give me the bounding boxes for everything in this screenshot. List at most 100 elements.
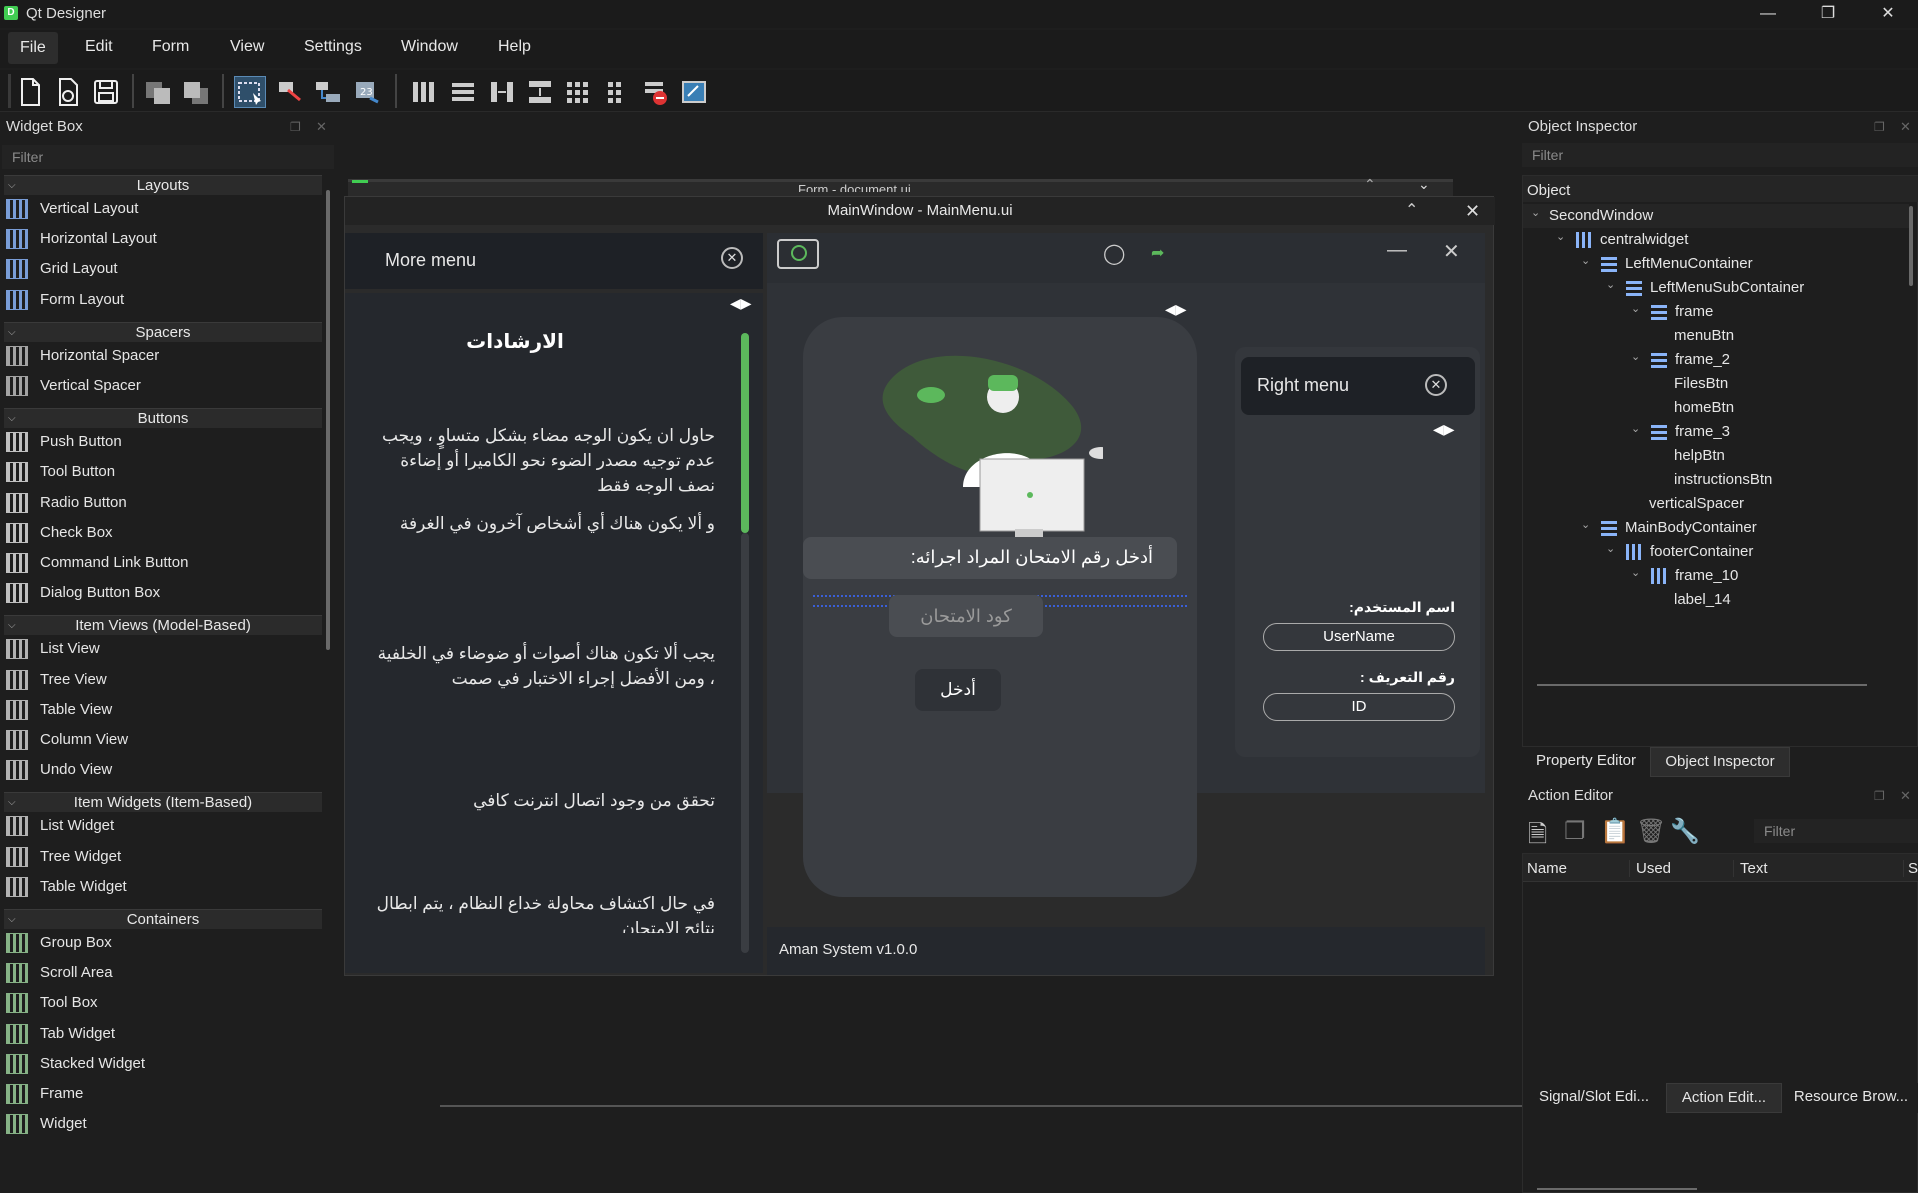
username-field[interactable]: UserName <box>1263 623 1455 651</box>
col-text[interactable]: Text <box>1733 860 1768 877</box>
widget-item-grid-layout[interactable]: Grid Layout <box>6 253 316 283</box>
edit-signals-slots-icon[interactable] <box>274 76 306 108</box>
paste-action-icon[interactable]: 📋 <box>1600 817 1630 846</box>
widget-item-tool-button[interactable]: Tool Button <box>6 456 316 486</box>
object-tree-row-verticalspacer[interactable]: verticalSpacer <box>1523 492 1909 516</box>
close-dock-icon[interactable]: ✕ <box>316 119 327 135</box>
close-right-menu-icon[interactable]: ✕ <box>1425 374 1447 396</box>
expand-chevron-icon[interactable]: ⌄ <box>1606 542 1615 555</box>
copy-action-icon[interactable]: ❐ <box>1564 817 1586 846</box>
edit-tab-order-icon[interactable]: 23 <box>352 76 384 108</box>
widget-item-table-widget[interactable]: Table Widget <box>6 871 316 901</box>
user-icon[interactable]: ◯ <box>1103 241 1125 266</box>
menu-edit[interactable]: Edit <box>75 38 123 56</box>
expand-chevron-icon[interactable]: ⌄ <box>1631 302 1640 315</box>
adjust-size-icon[interactable] <box>678 76 710 108</box>
menu-settings[interactable]: Settings <box>294 38 372 56</box>
widget-item-group-box[interactable]: Group Box <box>6 927 316 957</box>
widget-category-buttons[interactable]: Buttons ⌵ <box>4 408 322 429</box>
tab-signal-slot-editor[interactable]: Signal/Slot Edi... <box>1524 1083 1664 1113</box>
form-collapse-icon[interactable]: ⌃ <box>1405 197 1418 225</box>
expand-chevron-icon[interactable]: ⌄ <box>1556 230 1565 243</box>
configure-icon[interactable]: 🔧 <box>1670 817 1700 846</box>
widget-category-item-widgets-item-based[interactable]: Item Widgets (Item-Based) ⌵ <box>4 792 322 813</box>
close-dock-icon[interactable]: ✕ <box>1900 788 1911 804</box>
col-shortcut[interactable]: Sh <box>1903 860 1918 877</box>
widget-item-scroll-area[interactable]: Scroll Area <box>6 957 316 987</box>
new-action-icon[interactable]: 🗎 <box>1528 817 1547 858</box>
menu-file[interactable]: File <box>8 32 58 64</box>
widget-item-column-view[interactable]: Column View <box>6 724 316 754</box>
float-dock-icon[interactable]: ❐ <box>1874 120 1885 134</box>
widget-item-push-button[interactable]: Push Button <box>6 426 316 456</box>
menu-form[interactable]: Form <box>142 38 199 56</box>
widget-item-horizontal-layout[interactable]: Horizontal Layout <box>6 223 316 253</box>
minimize-app-icon[interactable]: — <box>1387 239 1407 262</box>
object-tree-row-filesbtn[interactable]: FilesBtn <box>1523 372 1909 396</box>
expand-chevron-icon[interactable]: ⌄ <box>1631 566 1640 579</box>
widget-category-item-views-model-based[interactable]: Item Views (Model-Based) ⌵ <box>4 615 322 636</box>
chevron-up-icon[interactable]: ⌃ <box>1364 176 1376 193</box>
widget-item-tab-widget[interactable]: Tab Widget <box>6 1018 316 1048</box>
col-used[interactable]: Used <box>1629 860 1671 877</box>
widget-item-vertical-spacer[interactable]: Vertical Spacer <box>6 370 316 400</box>
object-tree-row-frame[interactable]: ⌄ frame <box>1523 300 1909 324</box>
menu-help[interactable]: Help <box>488 38 541 56</box>
object-tree-row-frame_2[interactable]: ⌄ frame_2 <box>1523 348 1909 372</box>
main-splitter-arrows-icon[interactable]: ◀▶ <box>1165 301 1187 318</box>
layout-vertically-icon[interactable] <box>447 76 479 108</box>
widget-item-command-link-button[interactable]: Command Link Button <box>6 547 316 577</box>
widget-item-tool-box[interactable]: Tool Box <box>6 987 316 1017</box>
expand-chevron-icon[interactable]: ⌄ <box>1631 422 1640 435</box>
widget-item-vertical-layout[interactable]: Vertical Layout <box>6 193 316 223</box>
object-tree-row-frame_10[interactable]: ⌄ frame_10 <box>1523 564 1909 588</box>
object-tree-h-scrollbar[interactable] <box>1537 684 1867 686</box>
menu-window[interactable]: Window <box>391 38 468 56</box>
widget-item-list-view[interactable]: List View <box>6 633 316 663</box>
menu-view[interactable]: View <box>220 38 274 56</box>
action-filter-input[interactable]: Filter <box>1754 819 1918 843</box>
widget-item-horizontal-spacer[interactable]: Horizontal Spacer <box>6 340 316 370</box>
widget-item-list-widget[interactable]: List Widget <box>6 810 316 840</box>
object-tree-row-leftmenusubcontainer[interactable]: ⌄ LeftMenuSubContainer <box>1523 276 1909 300</box>
object-tree-scrollbar[interactable] <box>1909 206 1913 286</box>
logout-icon[interactable]: ➦ <box>1151 243 1164 263</box>
close-more-menu-icon[interactable]: ✕ <box>721 247 743 269</box>
object-tree-row-frame_3[interactable]: ⌄ frame_3 <box>1523 420 1909 444</box>
object-tree-row-helpbtn[interactable]: helpBtn <box>1523 444 1909 468</box>
widget-item-form-layout[interactable]: Form Layout <box>6 284 316 314</box>
right-splitter-arrows-icon[interactable]: ◀▶ <box>1433 421 1455 438</box>
tab-resource-browser[interactable]: Resource Brow... <box>1784 1083 1918 1113</box>
widget-item-tree-widget[interactable]: Tree Widget <box>6 841 316 871</box>
widget-item-tree-view[interactable]: Tree View <box>6 664 316 694</box>
send-to-back-icon[interactable] <box>142 76 174 108</box>
guidelines-scrollbar-track[interactable] <box>741 533 749 953</box>
close-app-icon[interactable]: ✕ <box>1443 239 1460 264</box>
float-dock-icon[interactable]: ❐ <box>1874 789 1885 803</box>
close-dock-icon[interactable]: ✕ <box>1900 119 1911 135</box>
float-dock-icon[interactable]: ❐ <box>290 120 301 134</box>
bring-to-front-icon[interactable] <box>180 76 212 108</box>
widget-item-radio-button[interactable]: Radio Button <box>6 487 316 517</box>
col-name[interactable]: Name <box>1527 860 1567 877</box>
object-tree-row-leftmenucontainer[interactable]: ⌄ LeftMenuContainer <box>1523 252 1909 276</box>
guidelines-scrollbar-handle[interactable] <box>741 333 749 533</box>
object-tree-row-instructionsbtn[interactable]: instructionsBtn <box>1523 468 1909 492</box>
edit-buddies-icon[interactable] <box>312 76 344 108</box>
widget-item-undo-view[interactable]: Undo View <box>6 754 316 784</box>
expand-chevron-icon[interactable]: ⌄ <box>1606 278 1615 291</box>
action-h-scrollbar[interactable] <box>1537 1188 1697 1190</box>
object-tree-row-menubtn[interactable]: menuBtn <box>1523 324 1909 348</box>
splitter-arrows-icon[interactable]: ◀▶ <box>730 295 752 312</box>
layout-form-icon[interactable] <box>600 76 632 108</box>
object-tree-row-label_14[interactable]: label_14 <box>1523 588 1909 612</box>
object-tree-row-secondwindow[interactable]: ⌄ SecondWindow <box>1523 204 1909 228</box>
form-close-icon[interactable]: ✕ <box>1465 197 1480 225</box>
expand-chevron-icon[interactable]: ⌄ <box>1531 206 1540 219</box>
layout-horizontally-icon[interactable] <box>408 76 440 108</box>
widget-category-containers[interactable]: Containers ⌵ <box>4 909 322 929</box>
minimize-icon[interactable]: — <box>1738 0 1798 28</box>
toolbar-handle[interactable] <box>8 74 11 108</box>
object-tree-row-homebtn[interactable]: homeBtn <box>1523 396 1909 420</box>
expand-chevron-icon[interactable]: ⌄ <box>1581 518 1590 531</box>
